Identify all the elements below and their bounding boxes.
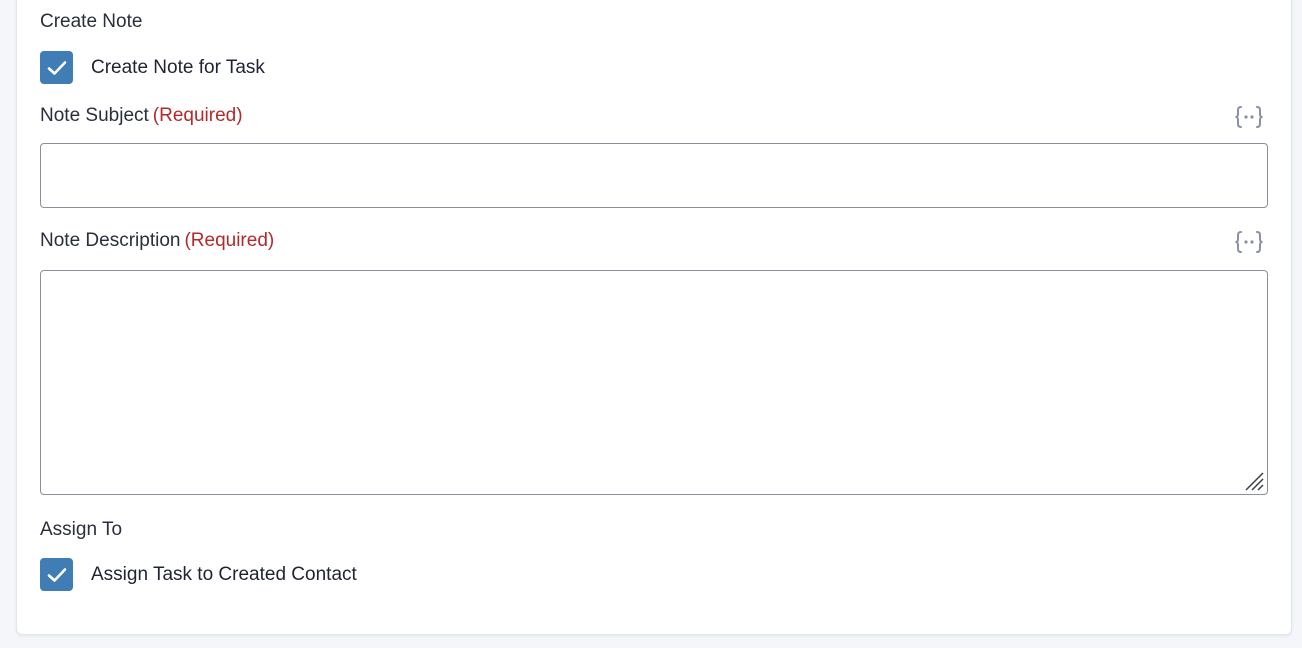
note-description-label-text: Note Description — [40, 230, 181, 251]
note-subject-input[interactable] — [40, 143, 1268, 208]
checkmark-icon — [47, 60, 66, 75]
note-subject-required-text: (Required) — [152, 105, 243, 126]
note-description-required-text: (Required) — [184, 230, 275, 251]
note-description-variable-icon[interactable] — [1234, 230, 1264, 254]
note-description-label: Note Description (Required) — [40, 230, 274, 252]
note-subject-label: Note Subject (Required) — [40, 105, 243, 127]
checkmark-icon — [47, 567, 66, 582]
curly-braces-icon — [1235, 106, 1263, 128]
create-note-checkbox-row[interactable]: Create Note for Task — [40, 51, 265, 84]
create-note-checkbox[interactable] — [40, 51, 73, 84]
assign-task-checkbox-row[interactable]: Assign Task to Created Contact — [40, 558, 357, 591]
curly-braces-icon — [1235, 231, 1263, 253]
create-note-checkbox-label: Create Note for Task — [91, 56, 265, 78]
assign-task-checkbox[interactable] — [40, 558, 73, 591]
resize-grip-icon — [1245, 472, 1264, 491]
assign-task-checkbox-label: Assign Task to Created Contact — [91, 563, 357, 585]
textarea-resize-handle[interactable] — [1243, 470, 1265, 492]
note-description-textarea[interactable] — [40, 270, 1268, 495]
note-subject-variable-icon[interactable] — [1234, 105, 1264, 129]
assign-to-section-title: Assign To — [40, 519, 123, 540]
create-note-section-title: Create Note — [40, 11, 143, 32]
note-subject-label-text: Note Subject — [40, 105, 149, 126]
